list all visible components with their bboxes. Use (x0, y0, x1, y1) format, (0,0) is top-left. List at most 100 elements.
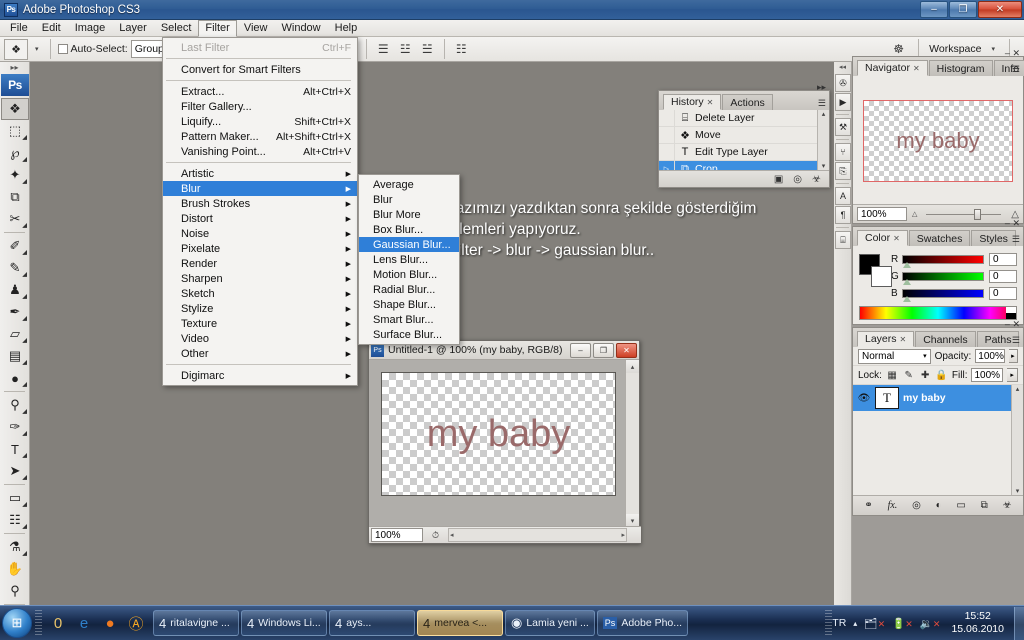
filter-menu-item-filter-gallery[interactable]: Filter Gallery... (163, 99, 357, 114)
layers-scrollbar[interactable]: ▴ ▾ (1011, 385, 1023, 495)
filter-menu-item-stylize[interactable]: Stylize ▶ (163, 301, 357, 316)
history-collapse-icon[interactable]: ▸▸ (817, 82, 826, 93)
layer-style-icon[interactable]: fx. (888, 500, 898, 511)
document-zoom-field[interactable]: 100% (371, 528, 423, 542)
navigator-window-controls[interactable]: – ✕ (1005, 48, 1020, 59)
document-maximize-button[interactable]: ❐ (593, 343, 614, 358)
new-group-icon[interactable]: ▭ (956, 500, 965, 511)
panel-tab-color[interactable]: Color ✕ (857, 230, 908, 246)
panel-tab-navigator[interactable]: Navigator ✕ (857, 60, 928, 76)
distribute-bottom-icon[interactable]: ☱ (418, 40, 437, 59)
layer-visibility-eye-icon[interactable]: 👁 (857, 393, 871, 404)
fill-spinner[interactable]: ▸ (1007, 368, 1018, 382)
history-scrollbar[interactable]: ▴ ▾ (817, 110, 829, 170)
opacity-field[interactable]: 100% (975, 349, 1005, 363)
panel-tab-styles[interactable]: Styles (971, 230, 1016, 246)
channel-value-field[interactable]: 0 (989, 287, 1017, 300)
color-minimize-icon[interactable]: – (1005, 218, 1010, 228)
battery-icon[interactable]: 🔋✕ (892, 617, 913, 630)
navigator-zoom-field[interactable]: 100% (857, 207, 907, 221)
navigator-zoom-slider[interactable]: △ △ (912, 207, 1019, 221)
tray-grip[interactable] (825, 610, 832, 636)
rectangle-tool-icon[interactable]: ▭ ◢ ◢ (1, 487, 29, 509)
history-state-row[interactable]: ⌸ Delete Layer (659, 110, 829, 127)
network-icon[interactable]: 🗂✕ (864, 617, 885, 630)
taskbar-item[interactable]: Ps Adobe Pho... (597, 610, 688, 636)
paragraph-panel-icon[interactable]: ¶ (835, 206, 851, 224)
scroll-up-icon[interactable]: ▴ (626, 360, 639, 373)
tool-presets-panel-icon[interactable]: ▶ (835, 93, 851, 111)
notes-tool-icon[interactable]: ☷ ◢ ◢ (1, 509, 29, 531)
scroll-right-icon[interactable]: ▸ (621, 531, 625, 539)
layer-row[interactable]: 👁 Tmy baby (853, 385, 1023, 411)
distribute-top-icon[interactable]: ☰ (374, 40, 393, 59)
close-icon[interactable]: ✕ (900, 335, 907, 344)
eraser-tool-icon[interactable]: ▱ ◢ ◢ (1, 323, 29, 345)
lock-all-icon[interactable]: 🔒 (935, 370, 948, 381)
hand-tool-icon[interactable]: ✋ (1, 558, 29, 580)
panel-tab-histogram[interactable]: Histogram (929, 60, 993, 76)
layers-window-controls[interactable]: – ✕ (1005, 319, 1020, 330)
eyedropper-tool-icon[interactable]: ⚗ ◢ ◢ (1, 536, 29, 558)
panel-tab-layers[interactable]: Layers ✕ (857, 331, 914, 347)
layer-thumbnail[interactable]: T (875, 387, 899, 409)
blend-mode-dropdown[interactable]: Normal ▾ (858, 349, 931, 364)
scroll-up-icon[interactable]: ▴ (822, 110, 826, 118)
auto-align-icon[interactable]: ☷ (452, 40, 471, 59)
navigator-thumbnail[interactable]: my baby (863, 100, 1013, 182)
channel-slider[interactable] (902, 289, 984, 298)
menu-item-filter[interactable]: Filter (198, 20, 236, 37)
color-window-controls[interactable]: – ✕ (1005, 218, 1020, 229)
window-minimize-button[interactable]: – (920, 1, 948, 18)
toolbox-collapse-icon[interactable]: ▸▸ (0, 62, 29, 74)
gradient-tool-icon[interactable]: ▤ ◢ ◢ (1, 345, 29, 367)
lasso-tool-icon[interactable]: ℘ ◢ ◢ (1, 142, 29, 164)
marquee-tool-icon[interactable]: ⬚ ◢ ◢ (1, 120, 29, 142)
blur-menu-item-gaussian-blur[interactable]: Gaussian Blur... (359, 237, 459, 252)
taskbar-clock[interactable]: 15:52 15.06.2010 (947, 610, 1008, 636)
taskbar-item[interactable]: ὆4 Windows Li... (241, 610, 327, 636)
taskbar-item[interactable]: ὆4 mervea <... (417, 610, 503, 636)
clone-source-panel-icon[interactable]: ⚒ (835, 118, 851, 136)
blur-menu-item-blur-more[interactable]: Blur More (359, 207, 459, 222)
move-tool-icon[interactable]: ❖ (4, 39, 28, 60)
scroll-up-icon[interactable]: ▴ (1016, 385, 1020, 393)
chevron-down-icon[interactable]: ▾ (987, 45, 999, 53)
history-panel-icon[interactable]: ⑂ (835, 143, 851, 161)
filter-menu-item-sketch[interactable]: Sketch ▶ (163, 286, 357, 301)
brush-tool-icon[interactable]: ✎ ◢ ◢ (1, 257, 29, 279)
blur-menu-item-shape-blur[interactable]: Shape Blur... (359, 297, 459, 312)
layers-minimize-icon[interactable]: – (1005, 319, 1010, 329)
dodge-tool-icon[interactable]: ⚲ ◢ ◢ (1, 394, 29, 416)
color-spectrum-ramp[interactable] (859, 306, 1017, 320)
navigator-preview-area[interactable]: my baby (853, 76, 1023, 204)
history-brush-tool-icon[interactable]: ✒ ◢ ◢ (1, 301, 29, 323)
adjustment-layer-icon[interactable]: ◐ (936, 500, 942, 511)
type-tool-icon[interactable]: T ◢ ◢ (1, 438, 29, 460)
menu-item-file[interactable]: File (3, 21, 35, 36)
distribute-vcenter-icon[interactable]: ☳ (396, 40, 415, 59)
slider-handle[interactable] (974, 209, 981, 220)
slider-handle[interactable] (903, 279, 911, 285)
filter-menu-item-blur[interactable]: Blur ▶ (163, 181, 357, 196)
clone-stamp-tool-icon[interactable]: ♟ ◢ ◢ (1, 279, 29, 301)
firefox-icon[interactable]: ● (97, 610, 123, 636)
navigator-close-icon[interactable]: ✕ (1012, 48, 1020, 58)
panel-tab-channels[interactable]: Channels (915, 331, 975, 347)
dock-expand-icon[interactable]: ◂◂ (834, 62, 851, 73)
blur-menu-item-surface-blur[interactable]: Surface Blur... (359, 327, 459, 342)
close-icon[interactable]: ✕ (707, 98, 714, 107)
path-selection-tool-icon[interactable]: ➤ ◢ ◢ (1, 460, 29, 482)
document-minimize-button[interactable]: – (570, 343, 591, 358)
filter-menu-item-convert-for-smart-filters[interactable]: Convert for Smart Filters (163, 62, 357, 77)
fill-field[interactable]: 100% (971, 368, 1003, 382)
create-document-from-state-icon[interactable]: ▣ (774, 174, 783, 185)
panel-menu-icon[interactable]: ☰ (1012, 234, 1020, 245)
menu-item-layer[interactable]: Layer (112, 21, 154, 36)
language-indicator[interactable]: TR (832, 617, 846, 629)
slider-handle[interactable] (903, 296, 911, 302)
document-horizontal-scrollbar[interactable]: ◂ ▸ (448, 528, 627, 542)
scroll-down-icon[interactable]: ▾ (822, 162, 826, 170)
filter-menu-item-last-filter[interactable]: Last Filter Ctrl+F (163, 40, 357, 55)
character-panel-icon[interactable]: A (835, 187, 851, 205)
